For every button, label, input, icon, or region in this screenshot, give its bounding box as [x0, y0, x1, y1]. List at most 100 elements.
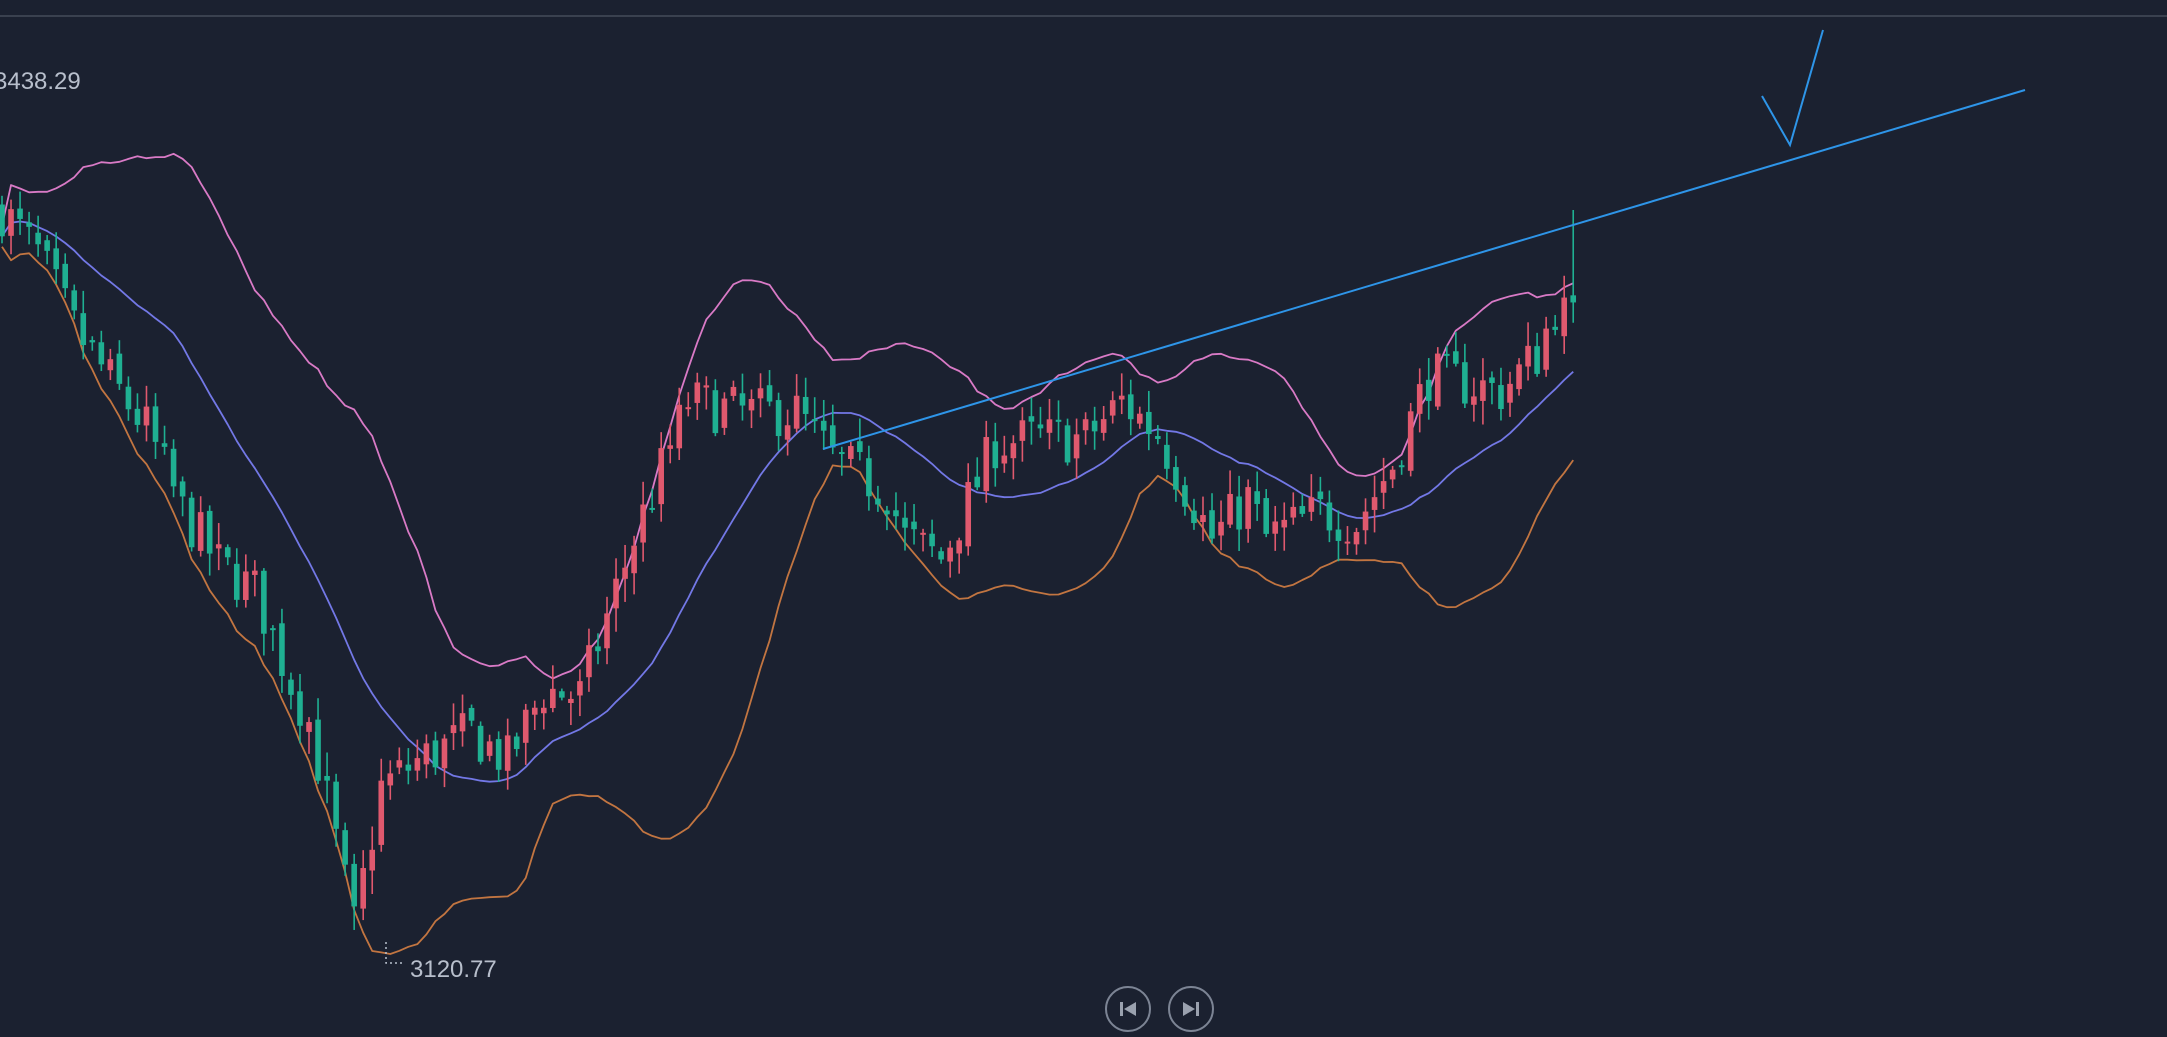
candle-body[interactable]	[712, 390, 719, 434]
candle-body[interactable]	[550, 688, 556, 709]
candle-body[interactable]	[1037, 424, 1044, 429]
candle-body[interactable]	[848, 446, 854, 459]
candle-body[interactable]	[920, 532, 926, 535]
candle-body[interactable]	[333, 781, 339, 829]
candle-body[interactable]	[983, 437, 990, 492]
candle-body[interactable]	[784, 425, 791, 440]
candle-body[interactable]	[1155, 436, 1161, 439]
candle-body[interactable]	[297, 691, 303, 726]
candle-body[interactable]	[866, 458, 872, 497]
candle-body[interactable]	[884, 510, 890, 515]
candle-body[interactable]	[829, 425, 836, 448]
candle-body[interactable]	[414, 758, 421, 771]
candle-body[interactable]	[351, 863, 357, 907]
candle-body[interactable]	[1136, 413, 1143, 424]
candle-body[interactable]	[1164, 444, 1170, 469]
candle-body[interactable]	[1416, 384, 1423, 414]
candle-body[interactable]	[730, 386, 737, 396]
candle-body[interactable]	[974, 476, 981, 488]
candle-body[interactable]	[134, 408, 141, 425]
candle-body[interactable]	[62, 263, 69, 289]
candle-body[interactable]	[1236, 496, 1242, 530]
candle-body[interactable]	[44, 240, 50, 251]
candle-body[interactable]	[26, 222, 32, 227]
candle-body[interactable]	[1471, 396, 1477, 405]
candle-body[interactable]	[288, 679, 294, 695]
candle-body[interactable]	[820, 420, 827, 431]
candle-body[interactable]	[893, 510, 899, 517]
trendline[interactable]	[822, 89, 2026, 450]
candle-body[interactable]	[1380, 481, 1387, 493]
candle-body[interactable]	[1146, 411, 1152, 435]
candle-body[interactable]	[1073, 434, 1080, 459]
candle-body[interactable]	[739, 393, 746, 406]
candle-body[interactable]	[252, 570, 258, 575]
candle-body[interactable]	[1218, 521, 1224, 536]
candle-body[interactable]	[324, 775, 330, 781]
candle-body[interactable]	[125, 386, 132, 410]
candle-body[interactable]	[1561, 297, 1567, 337]
candle-body[interactable]	[486, 741, 493, 756]
candle-body[interactable]	[676, 404, 683, 449]
candle-body[interactable]	[793, 395, 800, 429]
candle-body[interactable]	[8, 209, 14, 236]
candle-body[interactable]	[1055, 419, 1062, 422]
candle-body[interactable]	[1371, 497, 1378, 510]
candle-body[interactable]	[1434, 353, 1441, 407]
candle-body[interactable]	[649, 507, 655, 510]
candle-body[interactable]	[243, 571, 249, 600]
candle-body[interactable]	[1398, 465, 1405, 468]
candle-body[interactable]	[586, 645, 592, 678]
candle-body[interactable]	[1498, 385, 1504, 410]
candle-body[interactable]	[1317, 491, 1324, 500]
candle-body[interactable]	[1001, 455, 1008, 464]
candle-body[interactable]	[1552, 326, 1558, 330]
candle-body[interactable]	[143, 406, 150, 426]
candle-body[interactable]	[1046, 419, 1053, 433]
candle-body[interactable]	[1389, 469, 1396, 480]
candle-body[interactable]	[179, 481, 186, 497]
candle-body[interactable]	[1407, 411, 1414, 471]
candle-body[interactable]	[1489, 377, 1495, 383]
candle-body[interactable]	[450, 725, 457, 734]
candle-body[interactable]	[1173, 467, 1179, 490]
candle-body[interactable]	[929, 533, 935, 547]
candle-body[interactable]	[197, 512, 204, 551]
candle-body[interactable]	[423, 743, 430, 765]
candlestick-chart[interactable]: 3438.29 3120.77	[0, 0, 2167, 1037]
candle-body[interactable]	[956, 540, 962, 554]
candle-body[interactable]	[857, 441, 863, 453]
candle-body[interactable]	[802, 396, 809, 414]
candle-body[interactable]	[938, 551, 944, 560]
candle-body[interactable]	[1082, 419, 1089, 431]
candle-body[interactable]	[1308, 497, 1315, 512]
candle-body[interactable]	[1543, 328, 1549, 370]
candle-body[interactable]	[279, 623, 285, 676]
candle-body[interactable]	[1444, 353, 1450, 356]
candle-body[interactable]	[902, 517, 908, 528]
candle-body[interactable]	[1019, 420, 1026, 441]
candle-body[interactable]	[721, 398, 728, 428]
candle-body[interactable]	[1353, 532, 1360, 545]
candle-body[interactable]	[1453, 351, 1459, 364]
candle-body[interactable]	[1344, 541, 1351, 544]
candle-body[interactable]	[224, 547, 231, 558]
candle-body[interactable]	[838, 452, 845, 455]
candle-body[interactable]	[1480, 380, 1486, 401]
candle-body[interactable]	[170, 448, 177, 487]
candle-body[interactable]	[459, 713, 466, 732]
candle-body[interactable]	[775, 400, 782, 437]
candle-body[interactable]	[107, 359, 114, 371]
candle-body[interactable]	[1182, 485, 1188, 507]
candle-body[interactable]	[116, 353, 123, 384]
candle-body[interactable]	[604, 613, 610, 649]
candle-body[interactable]	[0, 204, 5, 237]
candle-body[interactable]	[694, 382, 701, 403]
candle-body[interactable]	[685, 407, 692, 410]
candle-body[interactable]	[947, 547, 953, 562]
candle-body[interactable]	[1100, 419, 1107, 433]
candle-body[interactable]	[766, 385, 773, 402]
candle-body[interactable]	[1516, 364, 1522, 390]
candle-body[interactable]	[396, 760, 403, 768]
candle-body[interactable]	[360, 868, 366, 909]
